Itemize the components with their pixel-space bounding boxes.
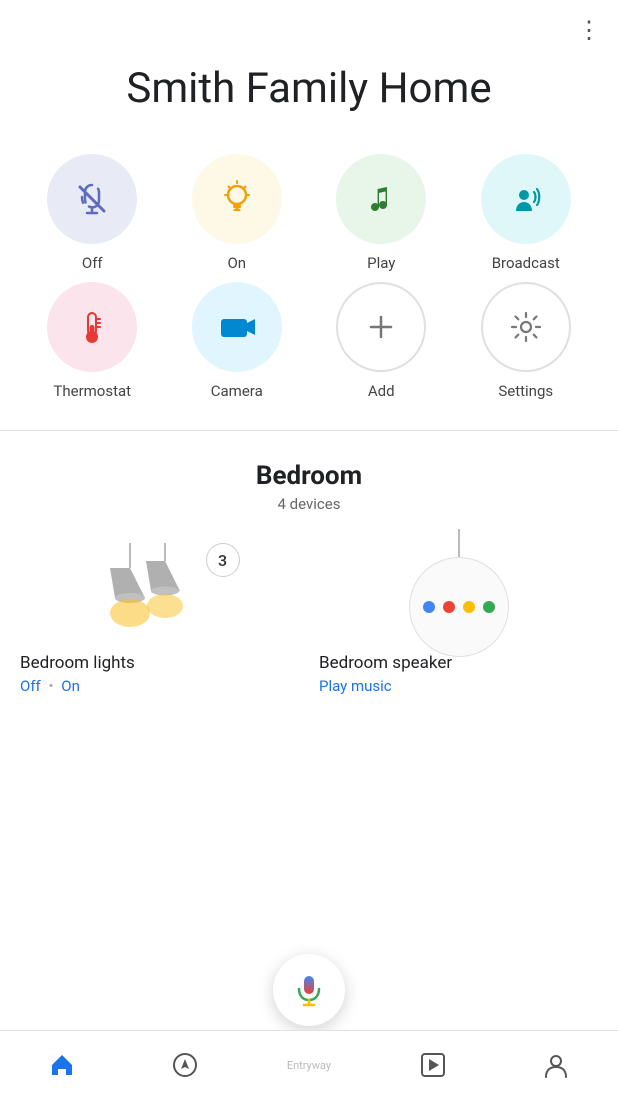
broadcast-icon	[504, 177, 548, 221]
action-settings[interactable]: Settings	[454, 282, 599, 400]
action-on-circle	[192, 154, 282, 244]
thermostat-icon	[70, 305, 114, 349]
room-title: Bedroom	[20, 461, 598, 491]
mic-fab-button[interactable]	[273, 954, 345, 1026]
nav-entryway[interactable]: Entryway	[247, 1057, 371, 1072]
action-play-circle	[336, 154, 426, 244]
lights-off-status: Off	[20, 677, 41, 695]
action-off-circle	[47, 154, 137, 244]
play-square-icon	[419, 1051, 447, 1079]
lights-on-status: On	[61, 677, 80, 695]
lightbulb-icon	[215, 177, 259, 221]
lights-illustration: 3	[80, 543, 240, 643]
action-on-label: On	[227, 254, 246, 272]
bedroom-speaker-action[interactable]: Play music	[319, 677, 392, 695]
speaker-wire	[458, 529, 460, 557]
dot-blue	[423, 601, 435, 613]
nav-home[interactable]	[0, 1051, 124, 1079]
speaker-dots	[423, 601, 495, 613]
action-camera-circle	[192, 282, 282, 372]
action-play[interactable]: Play	[309, 154, 454, 272]
action-thermostat-label: Thermostat	[53, 382, 131, 400]
action-broadcast[interactable]: Broadcast	[454, 154, 599, 272]
action-settings-circle	[481, 282, 571, 372]
bottom-nav: Entryway	[0, 1030, 618, 1098]
action-off-label: Off	[82, 254, 103, 272]
lights-status-sep: •	[48, 677, 53, 695]
dot-green	[483, 601, 495, 613]
person-icon	[542, 1051, 570, 1079]
action-off[interactable]: Off	[20, 154, 165, 272]
bedroom-lights-image: 3	[20, 543, 299, 643]
action-thermostat[interactable]: Thermostat	[20, 282, 165, 400]
mic-off-icon	[70, 177, 114, 221]
home-icon	[48, 1051, 76, 1079]
action-play-label: Play	[367, 254, 395, 272]
nav-routines[interactable]	[371, 1051, 495, 1079]
action-broadcast-label: Broadcast	[492, 254, 560, 272]
camera-icon	[215, 305, 259, 349]
dot-yellow	[463, 601, 475, 613]
quick-actions-grid: Off On Play	[0, 144, 618, 420]
bedroom-speaker-card[interactable]: Bedroom speaker Play music	[319, 543, 598, 695]
nav-profile[interactable]	[494, 1051, 618, 1079]
top-bar: ⋮	[0, 0, 618, 44]
bedroom-lights-card[interactable]: 3 Bedroom lights Off • On	[20, 543, 299, 695]
music-note-icon	[359, 177, 403, 221]
room-section: Bedroom 4 devices	[0, 441, 618, 775]
nav-explore[interactable]	[124, 1051, 248, 1079]
bedroom-speaker-image	[319, 543, 598, 643]
action-add-label: Add	[368, 382, 395, 400]
room-device-count: 4 devices	[20, 495, 598, 513]
action-broadcast-circle	[481, 154, 571, 244]
devices-row: 3 Bedroom lights Off • On	[20, 543, 598, 695]
action-add[interactable]: Add	[309, 282, 454, 400]
action-settings-label: Settings	[498, 382, 553, 400]
mic-fab-icon	[291, 972, 327, 1008]
bedroom-lights-name: Bedroom lights	[20, 653, 135, 673]
lights-count-badge: 3	[206, 543, 240, 577]
action-add-circle	[336, 282, 426, 372]
bedroom-lights-status: Off • On	[20, 677, 80, 695]
more-menu-button[interactable]: ⋮	[577, 16, 602, 44]
action-on[interactable]: On	[165, 154, 310, 272]
dot-red	[443, 601, 455, 613]
speaker-circle	[409, 557, 509, 657]
nav-entryway-label: Entryway	[287, 1059, 331, 1072]
section-divider	[0, 430, 618, 431]
speaker-illustration	[399, 543, 519, 643]
action-camera-label: Camera	[211, 382, 263, 400]
home-title: Smith Family Home	[0, 44, 618, 144]
action-thermostat-circle	[47, 282, 137, 372]
plus-icon	[363, 309, 399, 345]
gear-icon	[508, 309, 544, 345]
compass-icon	[171, 1051, 199, 1079]
action-camera[interactable]: Camera	[165, 282, 310, 400]
